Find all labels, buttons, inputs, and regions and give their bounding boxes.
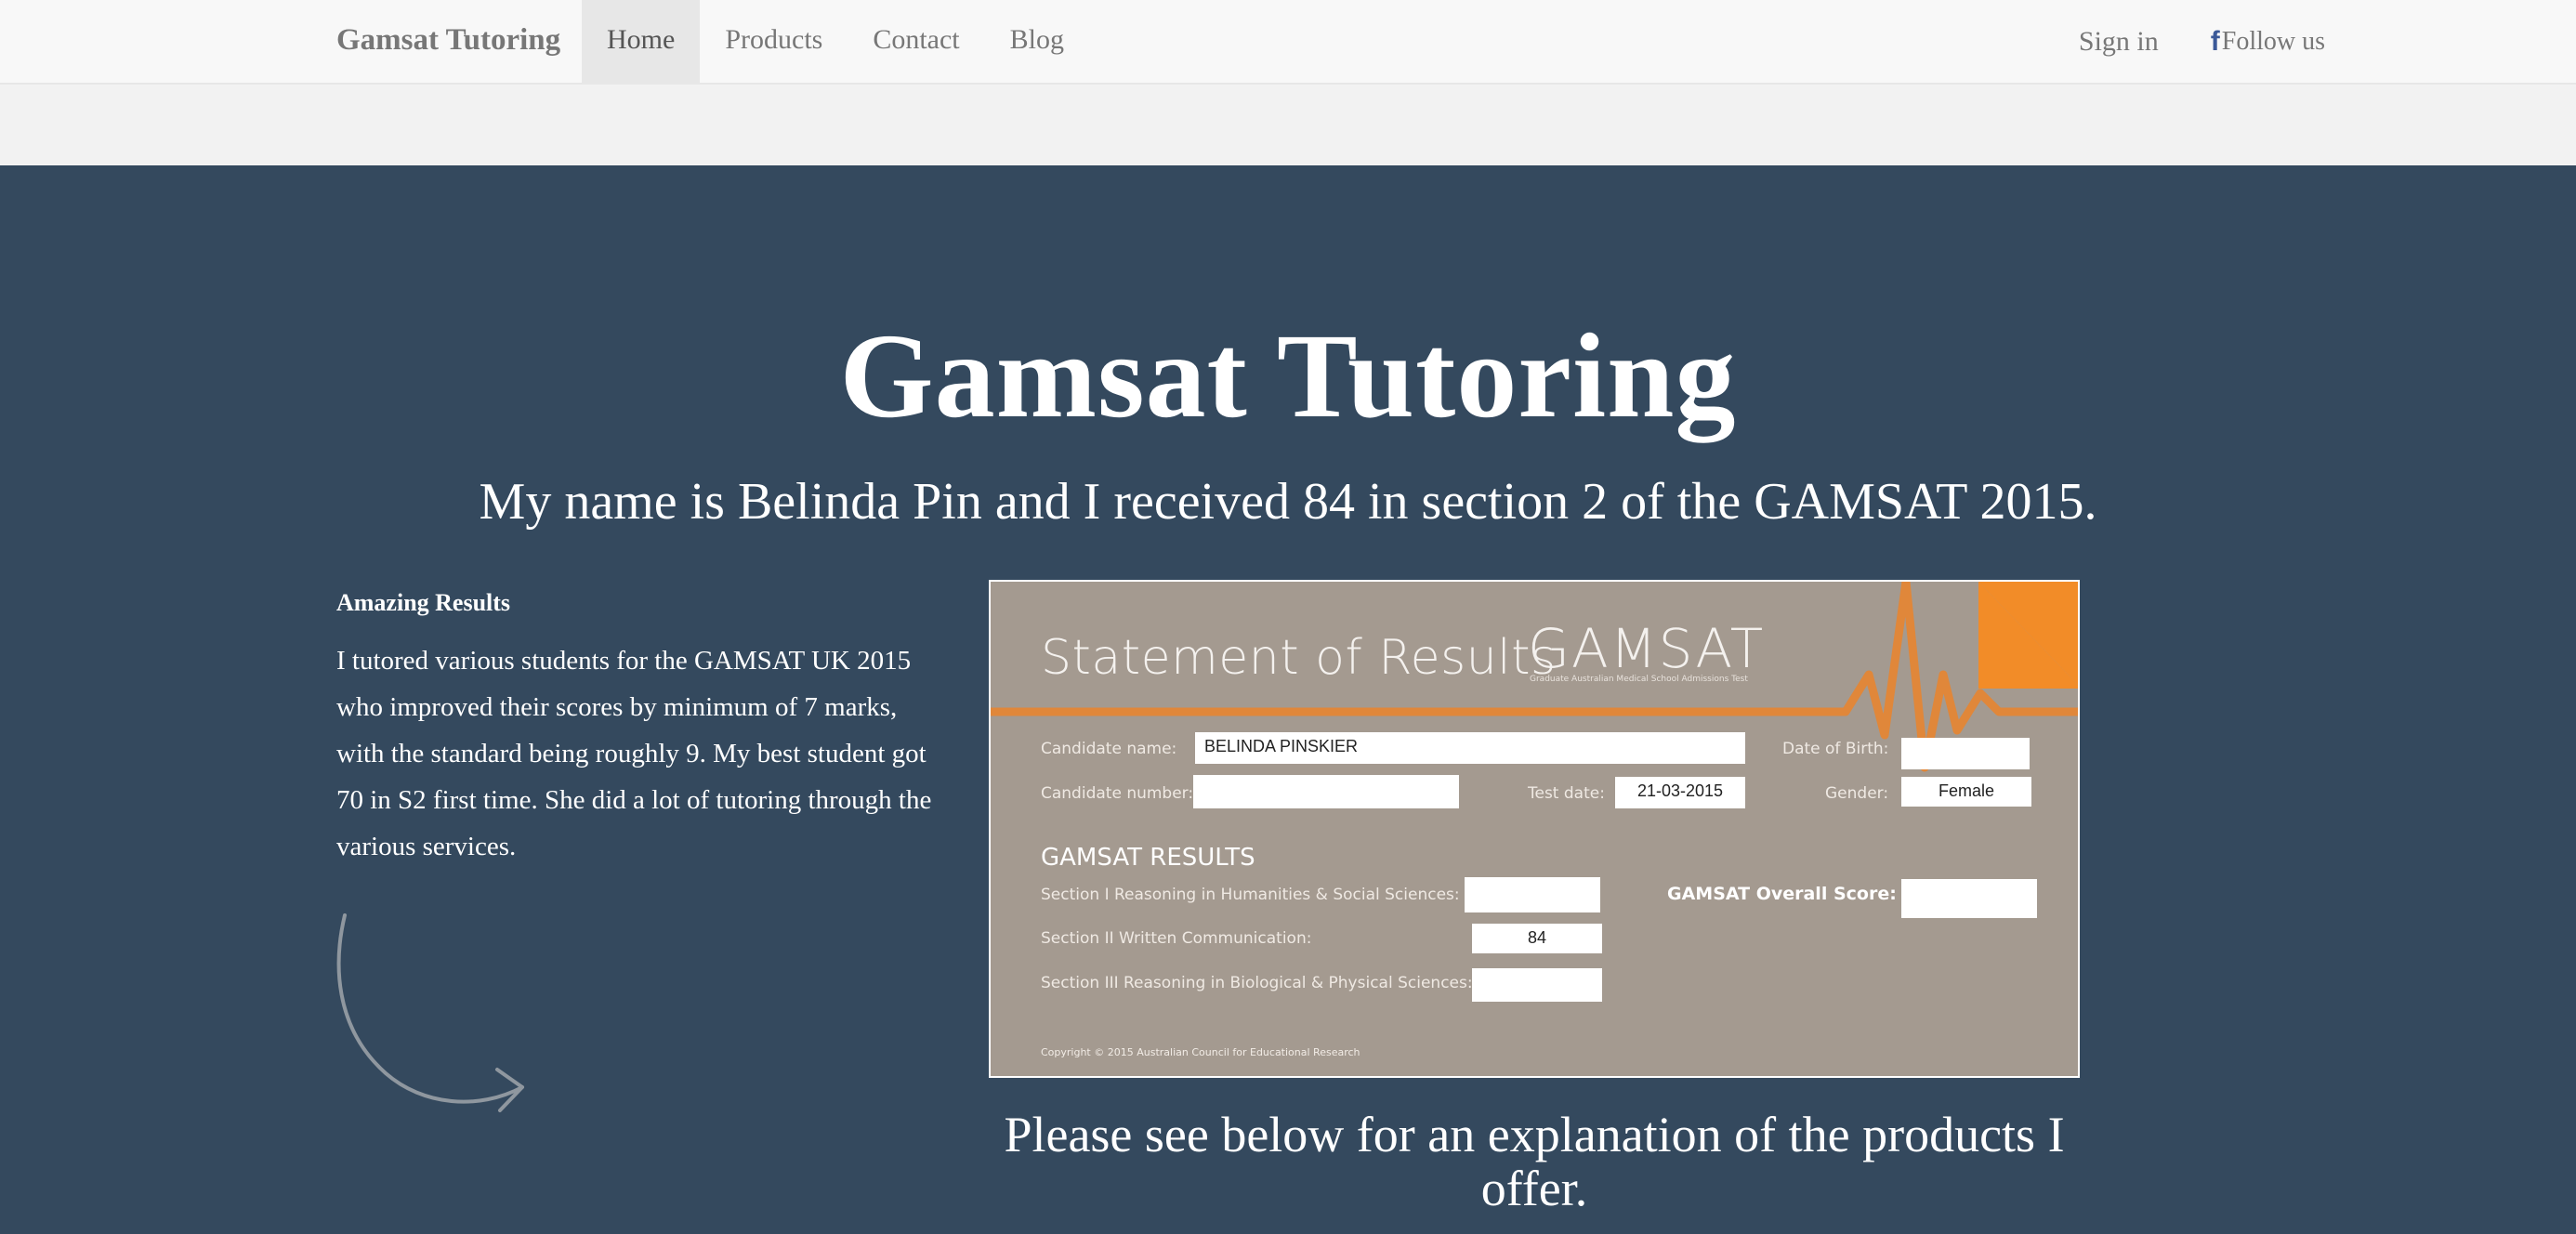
dob-field bbox=[1901, 738, 2030, 769]
gamsat-logo: GAMSAT bbox=[1528, 617, 1766, 680]
overall-score-label: GAMSAT Overall Score: bbox=[1667, 884, 1897, 904]
gamsat-results-title: GAMSAT RESULTS bbox=[1041, 844, 1255, 872]
gamsat-tagline: Graduate Australian Medical School Admis… bbox=[1530, 675, 1748, 684]
results-body: I tutored various students for the GAMSA… bbox=[336, 646, 932, 861]
section2-field: 84 bbox=[1472, 924, 1602, 953]
candidate-name-label: Candidate name: bbox=[1041, 740, 1177, 758]
gender-field: Female bbox=[1901, 777, 2031, 807]
gender-label: Gender: bbox=[1825, 784, 1889, 803]
dob-label: Date of Birth: bbox=[1782, 740, 1889, 758]
nav-contact[interactable]: Contact bbox=[848, 0, 984, 83]
navbar: Gamsat Tutoring Home Products Contact Bl… bbox=[0, 0, 2576, 85]
section1-label: Section I Reasoning in Humanities & Soci… bbox=[1041, 886, 1460, 904]
section3-label: Section III Reasoning in Biological & Ph… bbox=[1041, 974, 1473, 992]
copyright-text: Copyright © 2015 Australian Council for … bbox=[1041, 1046, 1360, 1058]
test-date-label: Test date: bbox=[1528, 784, 1605, 803]
test-date-field: 21-03-2015 bbox=[1615, 777, 1745, 808]
candidate-name-field: BELINDA PINSKIER bbox=[1195, 732, 1745, 764]
section3-field bbox=[1472, 968, 1602, 1002]
hero-title: Gamsat Tutoring bbox=[839, 309, 1737, 443]
nav-right: Sign in f Follow us bbox=[2079, 0, 2325, 83]
section1-field bbox=[1465, 877, 1600, 912]
follow-us-label: Follow us bbox=[2221, 26, 2325, 56]
section2-label: Section II Written Communication: bbox=[1041, 929, 1312, 948]
results-heading: Amazing Results bbox=[336, 589, 511, 616]
nav-home[interactable]: Home bbox=[582, 0, 701, 83]
candidate-number-field bbox=[1193, 775, 1459, 808]
nav-blog[interactable]: Blog bbox=[985, 0, 1089, 83]
subheader-band bbox=[0, 85, 2576, 165]
overall-score-field bbox=[1901, 879, 2037, 918]
facebook-icon: f bbox=[2210, 25, 2220, 57]
curved-arrow-icon bbox=[336, 913, 524, 1112]
nav-products[interactable]: Products bbox=[700, 0, 848, 83]
candidate-number-label: Candidate number: bbox=[1041, 784, 1194, 803]
products-explanation: Please see below for an explanation of t… bbox=[1004, 1107, 2065, 1216]
hero-subtitle: My name is Belinda Pin and I received 84… bbox=[479, 473, 2097, 531]
statement-of-results-image: Statement of Results GAMSAT Graduate Aus… bbox=[989, 580, 2080, 1078]
statement-title: Statement of Results bbox=[1041, 630, 1557, 686]
brand-link[interactable]: Gamsat Tutoring bbox=[336, 0, 560, 83]
nav-links: Home Products Contact Blog bbox=[582, 0, 1089, 83]
follow-us-link[interactable]: f Follow us bbox=[2211, 26, 2325, 58]
sign-in-link[interactable]: Sign in bbox=[2079, 2, 2159, 82]
